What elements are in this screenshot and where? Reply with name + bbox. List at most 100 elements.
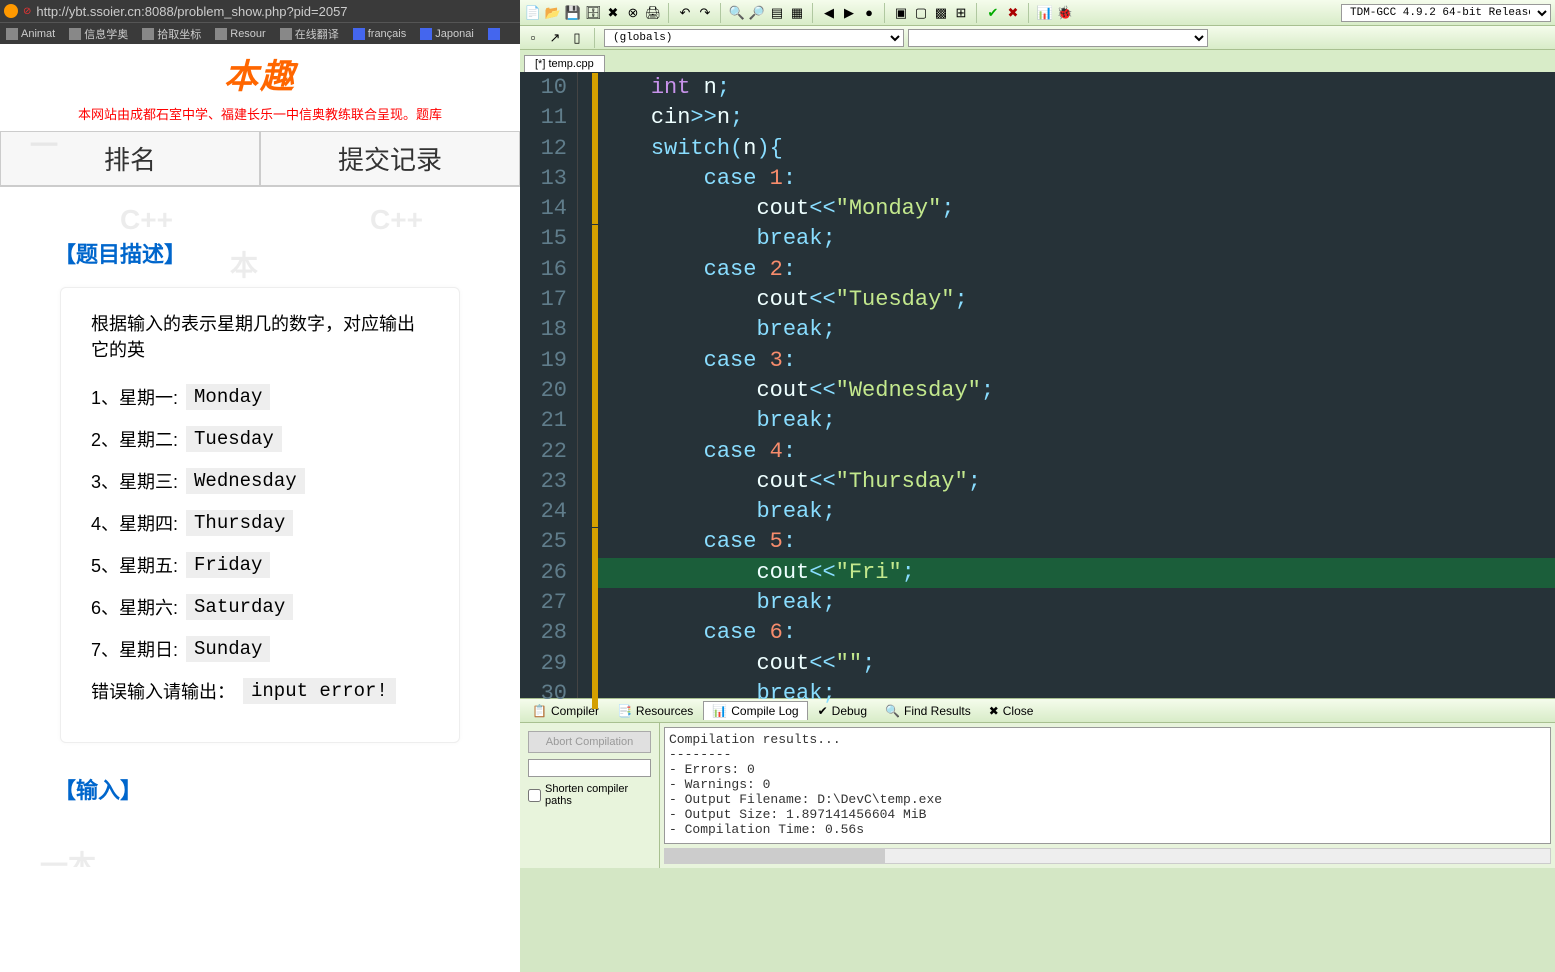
save-all-icon[interactable]: 🗄 bbox=[584, 4, 602, 22]
line-number: 15 bbox=[520, 224, 567, 254]
replace-icon[interactable]: 🔎 bbox=[748, 4, 766, 22]
compile-output[interactable]: Compilation results... -------- - Errors… bbox=[664, 727, 1551, 844]
forward-icon[interactable]: ▶ bbox=[840, 4, 858, 22]
line-number: 16 bbox=[520, 255, 567, 285]
debug-icon[interactable]: ✔ bbox=[984, 4, 1002, 22]
error-line: 错误输入请输出： input error! bbox=[91, 678, 429, 704]
code-line: cout<<""; bbox=[598, 649, 1555, 679]
redo-icon[interactable]: ↷ bbox=[696, 4, 714, 22]
goto-icon[interactable]: ▤ bbox=[768, 4, 786, 22]
file-tab-bar: [*] temp.cpp bbox=[520, 50, 1555, 72]
bottom-panel: 📋 Compiler 📑 Resources 📊 Compile Log ✔ D… bbox=[520, 698, 1555, 868]
code-line: break; bbox=[598, 588, 1555, 618]
new-file-icon[interactable]: 📄 bbox=[524, 4, 542, 22]
bookmark-item[interactable]: 在线翻译 bbox=[280, 26, 339, 42]
site-logo: 本趣 bbox=[0, 44, 520, 98]
back-icon[interactable]: ◀ bbox=[820, 4, 838, 22]
bookmark-item[interactable]: français bbox=[353, 28, 407, 40]
line-number: 26 bbox=[520, 558, 567, 588]
close-all-icon[interactable]: ⊗ bbox=[624, 4, 642, 22]
code-line: cout<<"Thursday"; bbox=[598, 467, 1555, 497]
day-en: Monday bbox=[186, 384, 270, 410]
day-line: 1、星期一: Monday bbox=[91, 384, 429, 410]
line-number: 14 bbox=[520, 194, 567, 224]
shorten-paths-checkbox[interactable]: Shorten compiler paths bbox=[528, 783, 651, 807]
day-en: Wednesday bbox=[186, 468, 305, 494]
tab-submissions[interactable]: 提交记录 bbox=[260, 131, 520, 186]
bookmark-item[interactable]: Japonai bbox=[420, 28, 474, 40]
find-icon[interactable]: 🔍 bbox=[728, 4, 746, 22]
code-line: break; bbox=[598, 315, 1555, 345]
code-line: case 1: bbox=[598, 164, 1555, 194]
close-icon[interactable]: ✖ bbox=[604, 4, 622, 22]
day-en: Friday bbox=[186, 552, 270, 578]
code-line: case 4: bbox=[598, 437, 1555, 467]
run-icon[interactable]: ▢ bbox=[912, 4, 930, 22]
tools-icon[interactable]: 🐞 bbox=[1056, 4, 1074, 22]
bookmarks-bar: Animat 信息学奥 拾取坐标 Resour 在线翻译 français Ja… bbox=[0, 22, 520, 44]
day-zh: 2、星期二: bbox=[91, 426, 178, 452]
day-zh: 7、星期日: bbox=[91, 636, 178, 662]
line-number: 11 bbox=[520, 103, 567, 133]
code-line: cout<<"Tuesday"; bbox=[598, 285, 1555, 315]
day-line: 4、星期四:Thursday bbox=[91, 510, 429, 536]
problem-body: 【题目描述】 根据输入的表示星期几的数字，对应输出它的英 1、星期一: Monda… bbox=[0, 187, 520, 805]
fold-column bbox=[578, 72, 592, 698]
url-text[interactable]: http://ybt.ssoier.cn:8088/problem_show.p… bbox=[36, 4, 347, 19]
compile-run-icon[interactable]: ▩ bbox=[932, 4, 950, 22]
profile-icon[interactable]: 📊 bbox=[1036, 4, 1054, 22]
bookmark-item[interactable] bbox=[488, 28, 500, 40]
day-zh: 4、星期四: bbox=[91, 510, 178, 536]
rebuild-icon[interactable]: ⊞ bbox=[952, 4, 970, 22]
scope-select[interactable]: (globals) bbox=[604, 29, 904, 47]
line-number: 18 bbox=[520, 315, 567, 345]
scope-toolbar: ▫ ↗ ▯ (globals) bbox=[520, 26, 1555, 50]
section-description-title: 【题目描述】 bbox=[54, 237, 460, 269]
day-zh: 6、星期六: bbox=[91, 594, 178, 620]
save-icon[interactable]: 💾 bbox=[564, 4, 582, 22]
member-select[interactable] bbox=[908, 29, 1208, 47]
description-text: 根据输入的表示星期几的数字，对应输出它的英 bbox=[91, 310, 429, 362]
class-browser-icon[interactable]: ▯ bbox=[568, 29, 586, 47]
compile-icon[interactable]: ▣ bbox=[892, 4, 910, 22]
horizontal-scrollbar[interactable] bbox=[664, 848, 1551, 864]
bookmark-item[interactable]: 信息学奥 bbox=[69, 26, 128, 42]
line-number: 19 bbox=[520, 346, 567, 376]
error-prefix: 错误输入请输出： bbox=[91, 678, 235, 704]
compile-controls: Abort Compilation Shorten compiler paths bbox=[520, 723, 660, 868]
breakpoint-icon[interactable]: ● bbox=[860, 4, 878, 22]
stop-icon[interactable]: ✖ bbox=[1004, 4, 1022, 22]
line-number: 21 bbox=[520, 406, 567, 436]
compile-filter-input[interactable] bbox=[528, 759, 651, 777]
goto-func-icon[interactable]: ↗ bbox=[546, 29, 564, 47]
day-zh: 1、星期一: bbox=[91, 384, 178, 410]
tab-ranking[interactable]: 排名 bbox=[0, 131, 260, 186]
undo-icon[interactable]: ↶ bbox=[676, 4, 694, 22]
code-editor[interactable]: 1011121314151617181920212223242526272829… bbox=[520, 72, 1555, 698]
compiler-select[interactable]: TDM-GCC 4.9.2 64-bit Release bbox=[1341, 4, 1551, 22]
code-line: break; bbox=[598, 224, 1555, 254]
new-project-icon[interactable]: ▫ bbox=[524, 29, 542, 47]
line-number: 29 bbox=[520, 649, 567, 679]
file-tab[interactable]: [*] temp.cpp bbox=[524, 55, 605, 72]
abort-compilation-button: Abort Compilation bbox=[528, 731, 651, 753]
day-zh: 5、星期五: bbox=[91, 552, 178, 578]
bookmark-icon[interactable]: ▦ bbox=[788, 4, 806, 22]
section-input-title: 【输入】 bbox=[54, 773, 460, 805]
line-number: 17 bbox=[520, 285, 567, 315]
line-number-gutter: 1011121314151617181920212223242526272829… bbox=[520, 72, 578, 698]
bookmark-item[interactable]: Animat bbox=[6, 28, 55, 40]
day-line: 7、星期日: Sunday bbox=[91, 636, 429, 662]
bookmark-item[interactable]: 拾取坐标 bbox=[142, 26, 201, 42]
code-area[interactable]: int n; cin>>n; switch(n){ case 1: cout<<… bbox=[598, 72, 1555, 698]
open-icon[interactable]: 📂 bbox=[544, 4, 562, 22]
line-number: 27 bbox=[520, 588, 567, 618]
nav-tabs: 排名 提交记录 bbox=[0, 131, 520, 187]
day-en: Sunday bbox=[186, 636, 270, 662]
print-icon[interactable]: 🖨 bbox=[644, 4, 662, 22]
day-line: 5、星期五: Friday bbox=[91, 552, 429, 578]
line-number: 20 bbox=[520, 376, 567, 406]
description-card: 根据输入的表示星期几的数字，对应输出它的英 1、星期一: Monday 2、星期二:… bbox=[60, 287, 460, 743]
code-line: case 3: bbox=[598, 346, 1555, 376]
bookmark-item[interactable]: Resour bbox=[215, 28, 265, 40]
